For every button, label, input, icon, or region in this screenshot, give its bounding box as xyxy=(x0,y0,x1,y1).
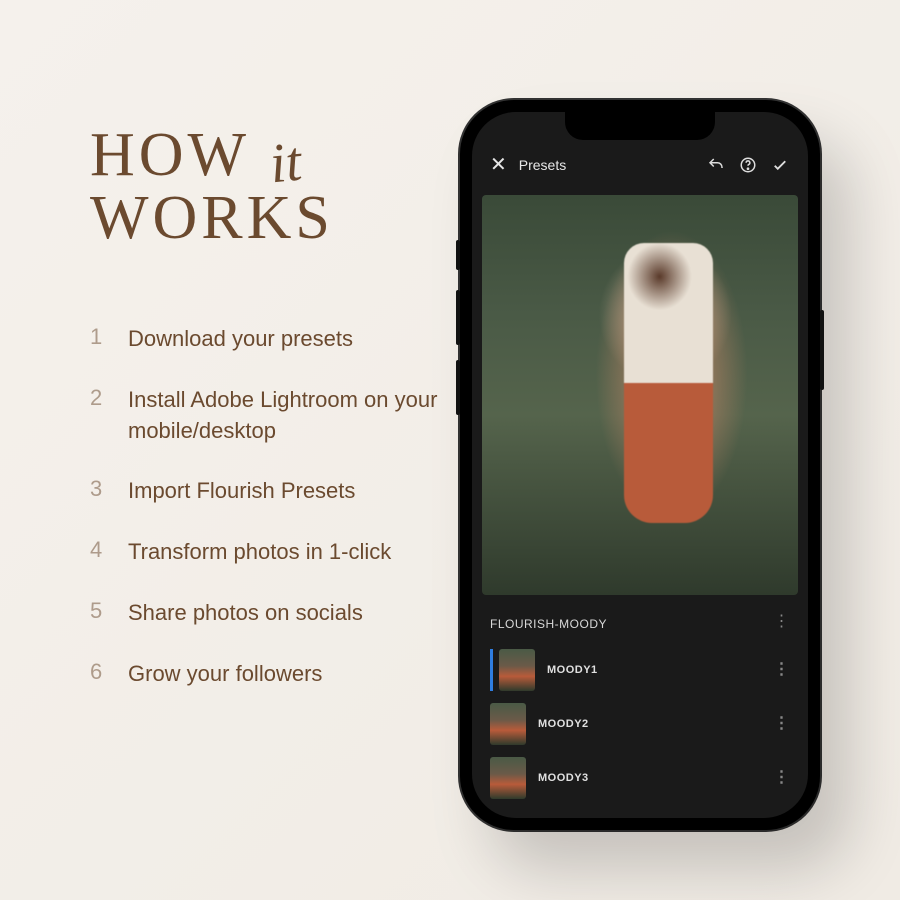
step-number: 2 xyxy=(90,385,106,447)
phone-notch xyxy=(565,112,715,140)
heading-script: it xyxy=(267,130,305,197)
preset-group-header[interactable]: FLOURISH-MOODY ⋮ xyxy=(472,595,808,639)
phone-side-button xyxy=(456,290,460,345)
step-number: 4 xyxy=(90,537,106,568)
step-item: 3 Import Flourish Presets xyxy=(90,476,470,507)
step-number: 6 xyxy=(90,659,106,690)
more-icon[interactable]: ⋮ xyxy=(774,773,791,783)
preset-item[interactable]: MOODY2 ⋮ xyxy=(490,697,790,751)
step-item: 5 Share photos on socials xyxy=(90,598,470,629)
preset-thumbnail xyxy=(499,649,535,691)
step-item: 2 Install Adobe Lightroom on your mobile… xyxy=(90,385,470,447)
step-text: Share photos on socials xyxy=(128,598,363,629)
phone-side-button xyxy=(820,310,824,390)
step-text: Import Flourish Presets xyxy=(128,476,355,507)
undo-icon[interactable] xyxy=(706,155,726,175)
phone-mockup: ✕ Presets FLOURISH-MOODY ⋮ MOODY1 ⋮ xyxy=(460,100,820,830)
step-text: Grow your followers xyxy=(128,659,322,690)
phone-side-button xyxy=(456,360,460,415)
preset-group-name: FLOURISH-MOODY xyxy=(490,617,607,631)
step-item: 6 Grow your followers xyxy=(90,659,470,690)
more-icon[interactable]: ⋮ xyxy=(774,719,791,729)
more-icon[interactable]: ⋮ xyxy=(774,617,791,631)
preset-label: MOODY3 xyxy=(538,772,762,784)
step-number: 5 xyxy=(90,598,106,629)
topbar-title: Presets xyxy=(519,157,566,173)
preset-label: MOODY2 xyxy=(538,718,762,730)
step-text: Install Adobe Lightroom on your mobile/d… xyxy=(128,385,470,447)
preset-label: MOODY1 xyxy=(547,664,762,676)
step-number: 3 xyxy=(90,476,106,507)
step-text: Download your presets xyxy=(128,324,353,355)
preset-thumbnail xyxy=(490,757,526,799)
phone-side-button xyxy=(456,240,460,270)
more-icon[interactable]: ⋮ xyxy=(774,665,791,675)
preset-list: MOODY1 ⋮ MOODY2 ⋮ MOODY3 ⋮ xyxy=(472,639,808,809)
close-icon[interactable]: ✕ xyxy=(490,152,507,177)
step-item: 4 Transform photos in 1-click xyxy=(90,537,470,568)
check-icon[interactable] xyxy=(770,155,790,175)
help-icon[interactable] xyxy=(738,155,758,175)
preset-item[interactable]: MOODY3 ⋮ xyxy=(490,751,790,805)
step-text: Transform photos in 1-click xyxy=(128,537,391,568)
step-item: 1 Download your presets xyxy=(90,324,470,355)
steps-list: 1 Download your presets 2 Install Adobe … xyxy=(90,324,470,690)
photo-preview[interactable] xyxy=(482,195,798,595)
step-number: 1 xyxy=(90,324,106,355)
preset-thumbnail xyxy=(490,703,526,745)
preset-item[interactable]: MOODY1 ⋮ xyxy=(490,643,790,697)
heading-word-1: HOW xyxy=(90,120,250,191)
phone-screen: ✕ Presets FLOURISH-MOODY ⋮ MOODY1 ⋮ xyxy=(472,112,808,818)
